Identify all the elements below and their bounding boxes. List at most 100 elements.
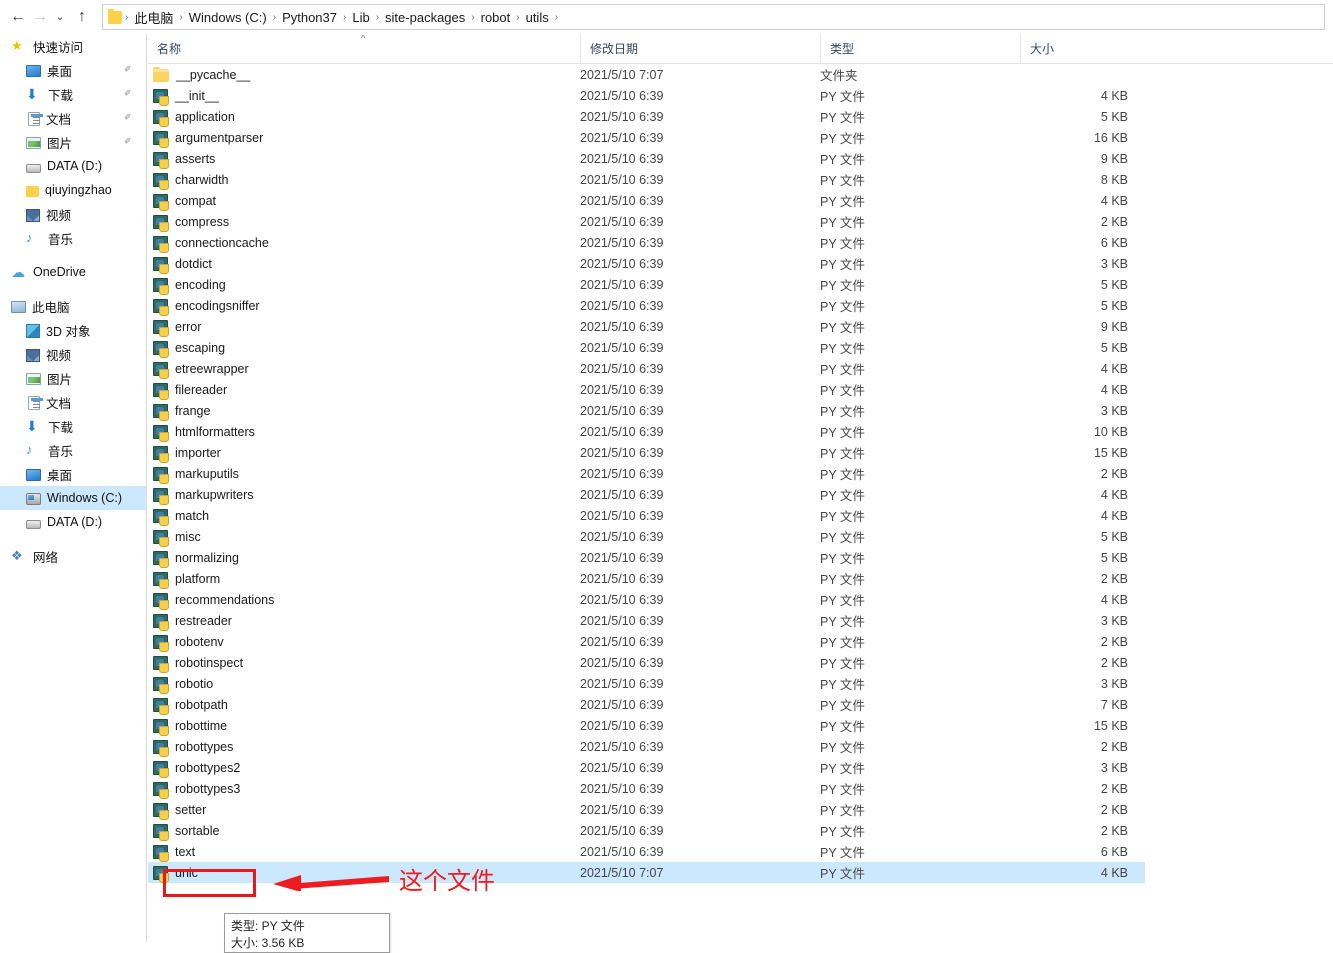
cell-name[interactable]: filereader	[148, 382, 227, 400]
sidebar-item-5[interactable]: DATA (D:)	[0, 154, 146, 178]
column-header-row[interactable]: 名称 修改日期 类型 大小 ^	[148, 34, 1333, 64]
cell-name[interactable]: __init__	[148, 88, 219, 106]
table-row[interactable]: frange 2021/5/10 6:39 PY 文件 3 KB	[148, 400, 1333, 421]
table-row[interactable]: robotinspect 2021/5/10 6:39 PY 文件 2 KB	[148, 652, 1333, 673]
table-row[interactable]: encodingsniffer 2021/5/10 6:39 PY 文件 5 KB	[148, 295, 1333, 316]
cell-name[interactable]: importer	[148, 445, 221, 463]
sidebar-item-4[interactable]: 图片 ✐	[0, 130, 146, 154]
cell-name[interactable]: asserts	[148, 151, 215, 169]
table-row[interactable]: robotio 2021/5/10 6:39 PY 文件 3 KB	[148, 673, 1333, 694]
table-row[interactable]: setter 2021/5/10 6:39 PY 文件 2 KB	[148, 799, 1333, 820]
breadcrumb-item-3[interactable]: Lib	[348, 8, 373, 27]
cell-name[interactable]: markuputils	[148, 466, 239, 484]
breadcrumb[interactable]: › 此电脑 › Windows (C:) › Python37 › Lib › …	[102, 4, 1325, 30]
sidebar-item-13[interactable]: 图片	[0, 366, 146, 390]
table-row[interactable]: __pycache__ 2021/5/10 7:07 文件夹	[148, 64, 1333, 85]
cell-name[interactable]: match	[148, 508, 209, 526]
cell-name[interactable]: frange	[148, 403, 210, 421]
table-row[interactable]: compress 2021/5/10 6:39 PY 文件 2 KB	[148, 211, 1333, 232]
cell-name[interactable]: recommendations	[148, 592, 274, 610]
sidebar-item-18[interactable]: Windows (C:)	[0, 486, 146, 510]
breadcrumb-separator[interactable]: ›	[177, 12, 184, 23]
table-row[interactable]: misc 2021/5/10 6:39 PY 文件 5 KB	[148, 526, 1333, 547]
breadcrumb-item-4[interactable]: site-packages	[381, 8, 469, 27]
breadcrumb-item-6[interactable]: utils	[522, 8, 553, 27]
table-row[interactable]: recommendations 2021/5/10 6:39 PY 文件 4 KB	[148, 589, 1333, 610]
sidebar-item-0[interactable]: ★ 快速访问	[0, 34, 146, 58]
table-row[interactable]: compat 2021/5/10 6:39 PY 文件 4 KB	[148, 190, 1333, 211]
pin-icon[interactable]: ✐	[124, 88, 134, 99]
breadcrumb-separator[interactable]: ›	[469, 12, 476, 23]
breadcrumb-item-5[interactable]: robot	[477, 8, 515, 27]
breadcrumb-item-2[interactable]: Python37	[278, 8, 341, 27]
table-row[interactable]: application 2021/5/10 6:39 PY 文件 5 KB	[148, 106, 1333, 127]
cell-name[interactable]: escaping	[148, 340, 225, 358]
sidebar-item-11[interactable]: 3D 对象	[0, 318, 146, 342]
table-row[interactable]: markuputils 2021/5/10 6:39 PY 文件 2 KB	[148, 463, 1333, 484]
cell-name[interactable]: application	[148, 109, 235, 127]
table-row[interactable]: normalizing 2021/5/10 6:39 PY 文件 5 KB	[148, 547, 1333, 568]
sidebar-item-14[interactable]: 文档	[0, 390, 146, 414]
file-rows-container[interactable]: __pycache__ 2021/5/10 7:07 文件夹 __init__ 2021…	[148, 64, 1333, 883]
table-row[interactable]: sortable 2021/5/10 6:39 PY 文件 2 KB	[148, 820, 1333, 841]
table-row[interactable]: robotpath 2021/5/10 6:39 PY 文件 7 KB	[148, 694, 1333, 715]
table-row[interactable]: match 2021/5/10 6:39 PY 文件 4 KB	[148, 505, 1333, 526]
cell-name[interactable]: dotdict	[148, 256, 212, 274]
sidebar-item-7[interactable]: 视频	[0, 202, 146, 226]
sidebar-item-17[interactable]: 桌面	[0, 462, 146, 486]
cell-name[interactable]: charwidth	[148, 172, 229, 190]
cell-name[interactable]: robottypes	[148, 739, 233, 757]
sidebar-item-1[interactable]: 桌面 ✐	[0, 58, 146, 82]
cell-name[interactable]: connectioncache	[148, 235, 269, 253]
column-header-size[interactable]: 大小	[1020, 34, 1160, 63]
cell-name[interactable]: encodingsniffer	[148, 298, 260, 316]
breadcrumb-separator[interactable]: ›	[374, 12, 381, 23]
sidebar-item-9[interactable]: ☁ OneDrive	[0, 260, 146, 284]
cell-name[interactable]: error	[148, 319, 201, 337]
sidebar-item-6[interactable]: qiuyingzhao	[0, 178, 146, 202]
table-row[interactable]: restreader 2021/5/10 6:39 PY 文件 3 KB	[148, 610, 1333, 631]
table-row[interactable]: robotenv 2021/5/10 6:39 PY 文件 2 KB	[148, 631, 1333, 652]
breadcrumb-item-1[interactable]: Windows (C:)	[185, 8, 271, 27]
breadcrumb-separator[interactable]: ›	[553, 12, 560, 23]
cell-name[interactable]: text	[148, 844, 195, 862]
table-row[interactable]: __init__ 2021/5/10 6:39 PY 文件 4 KB	[148, 85, 1333, 106]
cell-name[interactable]: etreewrapper	[148, 361, 249, 379]
pin-icon[interactable]: ✐	[124, 112, 134, 123]
breadcrumb-separator[interactable]: ›	[514, 12, 521, 23]
table-row[interactable]: dotdict 2021/5/10 6:39 PY 文件 3 KB	[148, 253, 1333, 274]
table-row[interactable]: text 2021/5/10 6:39 PY 文件 6 KB	[148, 841, 1333, 862]
sidebar-item-2[interactable]: ⬇ 下载 ✐	[0, 82, 146, 106]
cell-name[interactable]: normalizing	[148, 550, 239, 568]
pin-icon[interactable]: ✐	[124, 136, 134, 147]
breadcrumb-item-0[interactable]: 此电脑	[130, 6, 177, 29]
up-icon[interactable]: ↑	[71, 5, 93, 29]
cell-name[interactable]: robotenv	[148, 634, 224, 652]
recent-locations-chevron-down-icon[interactable]: ⌄	[51, 5, 69, 29]
table-row[interactable]: robottypes 2021/5/10 6:39 PY 文件 2 KB	[148, 736, 1333, 757]
cell-name[interactable]: platform	[148, 571, 220, 589]
cell-name[interactable]: restreader	[148, 613, 232, 631]
table-row[interactable]: robottypes2 2021/5/10 6:39 PY 文件 3 KB	[148, 757, 1333, 778]
table-row[interactable]: importer 2021/5/10 6:39 PY 文件 15 KB	[148, 442, 1333, 463]
file-list-view[interactable]: 名称 修改日期 类型 大小 ^ __pycache__ 2021/5/10 7:0…	[148, 34, 1333, 942]
sidebar-item-15[interactable]: ⬇ 下载	[0, 414, 146, 438]
forward-icon[interactable]: →	[29, 5, 51, 29]
cell-name[interactable]: robottypes3	[148, 781, 240, 799]
table-row[interactable]: platform 2021/5/10 6:39 PY 文件 2 KB	[148, 568, 1333, 589]
breadcrumb-separator[interactable]: ›	[341, 12, 348, 23]
sidebar-item-3[interactable]: 文档 ✐	[0, 106, 146, 130]
table-row[interactable]: charwidth 2021/5/10 6:39 PY 文件 8 KB	[148, 169, 1333, 190]
column-header-date[interactable]: 修改日期	[580, 34, 820, 63]
table-row[interactable]: escaping 2021/5/10 6:39 PY 文件 5 KB	[148, 337, 1333, 358]
sidebar-item-10[interactable]: 此电脑	[0, 294, 146, 318]
table-row[interactable]: filereader 2021/5/10 6:39 PY 文件 4 KB	[148, 379, 1333, 400]
table-row[interactable]: encoding 2021/5/10 6:39 PY 文件 5 KB	[148, 274, 1333, 295]
cell-name[interactable]: compat	[148, 193, 216, 211]
table-row[interactable]: robottime 2021/5/10 6:39 PY 文件 15 KB	[148, 715, 1333, 736]
table-row[interactable]: asserts 2021/5/10 6:39 PY 文件 9 KB	[148, 148, 1333, 169]
cell-name[interactable]: robotinspect	[148, 655, 243, 673]
table-row[interactable]: robottypes3 2021/5/10 6:39 PY 文件 2 KB	[148, 778, 1333, 799]
table-row[interactable]: etreewrapper 2021/5/10 6:39 PY 文件 4 KB	[148, 358, 1333, 379]
table-row[interactable]: argumentparser 2021/5/10 6:39 PY 文件 16 KB	[148, 127, 1333, 148]
